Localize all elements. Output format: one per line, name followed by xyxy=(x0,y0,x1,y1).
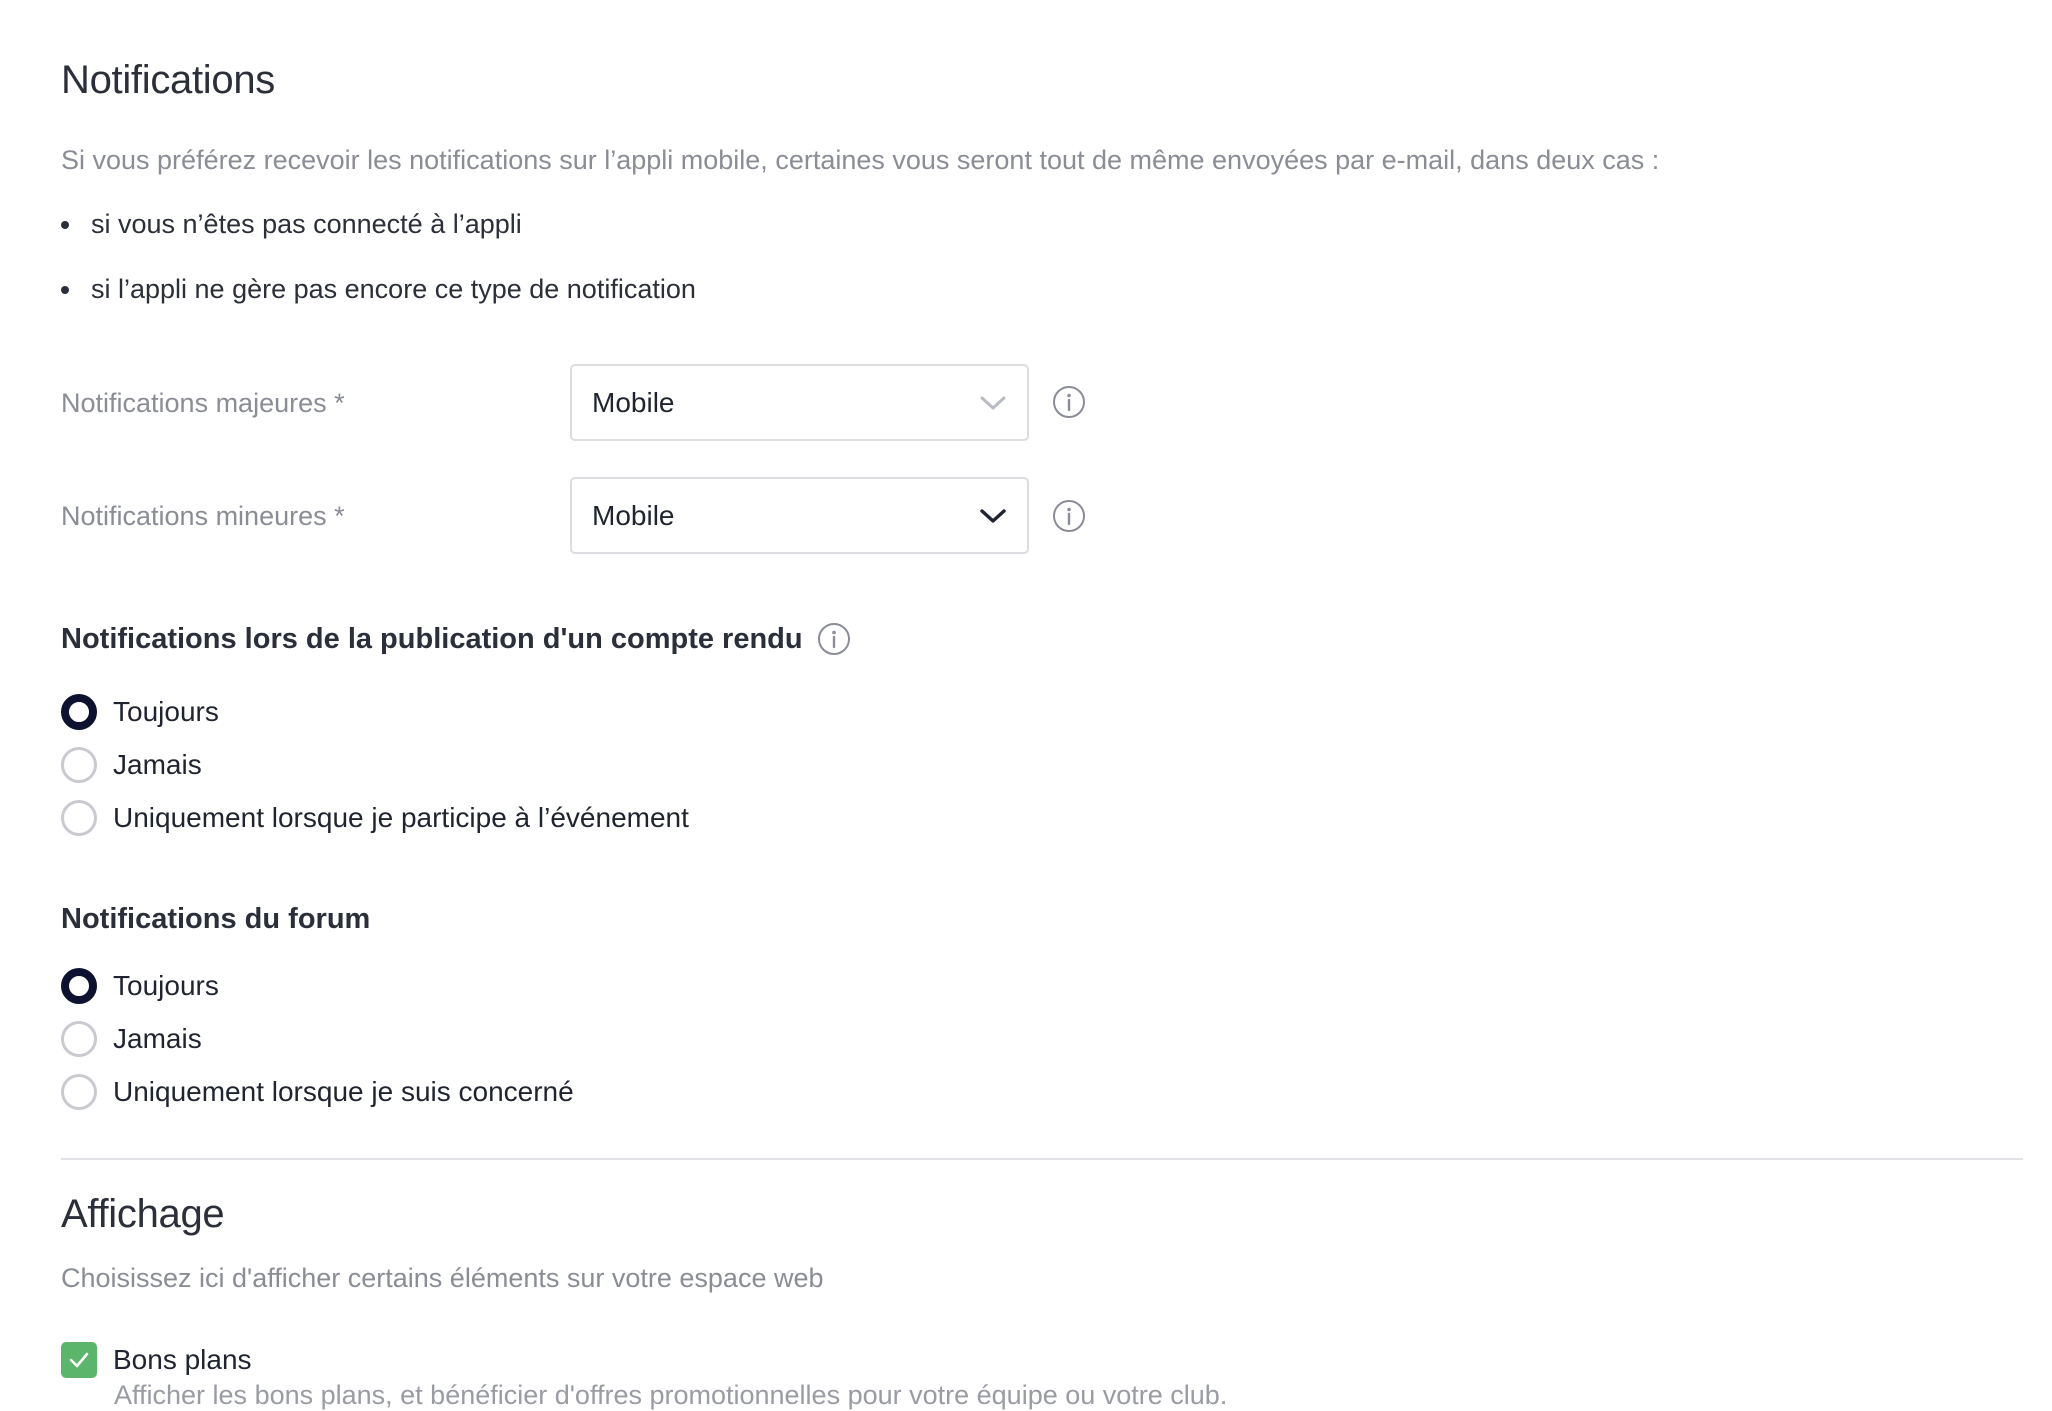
bullet-dot xyxy=(61,220,69,229)
radio-button[interactable] xyxy=(61,800,97,836)
forum-option-never[interactable]: Jamais xyxy=(61,1019,202,1059)
report-notifications-title: Notifications lors de la publication d'u… xyxy=(61,622,851,656)
minor-notifications-label: Notifications mineures * xyxy=(61,501,345,531)
major-notifications-value: Mobile xyxy=(592,386,675,418)
minor-notifications-value: Mobile xyxy=(592,499,675,531)
chevron-down-icon xyxy=(980,508,1006,523)
forum-option-always[interactable]: Toujours xyxy=(61,966,219,1006)
info-icon[interactable] xyxy=(1052,499,1086,533)
chevron-down-icon xyxy=(980,396,1006,409)
display-title: Affichage xyxy=(61,1192,225,1236)
radio-button[interactable] xyxy=(61,747,97,783)
notifications-description: Si vous préférez recevoir les notificati… xyxy=(61,145,1660,175)
radio-label: Uniquement lorsque je participe à l’évén… xyxy=(113,802,689,833)
forum-notifications-title: Notifications du forum xyxy=(61,903,371,935)
radio-label: Toujours xyxy=(113,696,219,727)
forum-option-concerned[interactable]: Uniquement lorsque je suis concerné xyxy=(61,1072,574,1112)
radio-button-checked[interactable] xyxy=(61,694,97,730)
radio-button[interactable] xyxy=(61,1074,97,1110)
radio-label: Toujours xyxy=(113,970,219,1001)
major-notifications-label: Notifications majeures * xyxy=(61,388,345,418)
deals-checkbox-row[interactable]: Bons plans xyxy=(61,1342,252,1378)
info-icon[interactable] xyxy=(817,622,851,656)
bullet-item: si l’appli ne gère pas encore ce type de… xyxy=(61,274,696,305)
section-divider xyxy=(61,1158,2023,1160)
report-option-participating[interactable]: Uniquement lorsque je participe à l’évén… xyxy=(61,798,689,838)
display-description: Choisissez ici d'afficher certains éléme… xyxy=(61,1263,824,1293)
bullet-text: si vous n’êtes pas connecté à l’appli xyxy=(91,209,522,239)
checkmark-icon xyxy=(69,1352,89,1368)
notifications-title: Notifications xyxy=(61,58,275,102)
radio-label: Jamais xyxy=(113,1023,202,1054)
report-notifications-title-text: Notifications lors de la publication d'u… xyxy=(61,622,803,655)
radio-label: Jamais xyxy=(113,749,202,780)
radio-button-checked[interactable] xyxy=(61,968,97,1004)
bullet-item: si vous n’êtes pas connecté à l’appli xyxy=(61,209,522,240)
minor-notifications-select[interactable]: Mobile xyxy=(570,477,1029,554)
bullet-dot xyxy=(61,285,69,294)
report-option-always[interactable]: Toujours xyxy=(61,692,219,732)
deals-label: Bons plans xyxy=(113,1344,252,1375)
settings-page: Notifications Si vous préférez recevoir … xyxy=(0,0,2052,1410)
deals-checkbox[interactable] xyxy=(61,1342,97,1378)
report-option-never[interactable]: Jamais xyxy=(61,745,202,785)
bullet-text: si l’appli ne gère pas encore ce type de… xyxy=(91,274,696,304)
major-notifications-select[interactable]: Mobile xyxy=(570,364,1029,441)
deals-description: Afficher les bons plans, et bénéficier d… xyxy=(114,1380,1228,1410)
radio-label: Uniquement lorsque je suis concerné xyxy=(113,1076,574,1107)
radio-button[interactable] xyxy=(61,1021,97,1057)
info-icon[interactable] xyxy=(1052,385,1086,419)
